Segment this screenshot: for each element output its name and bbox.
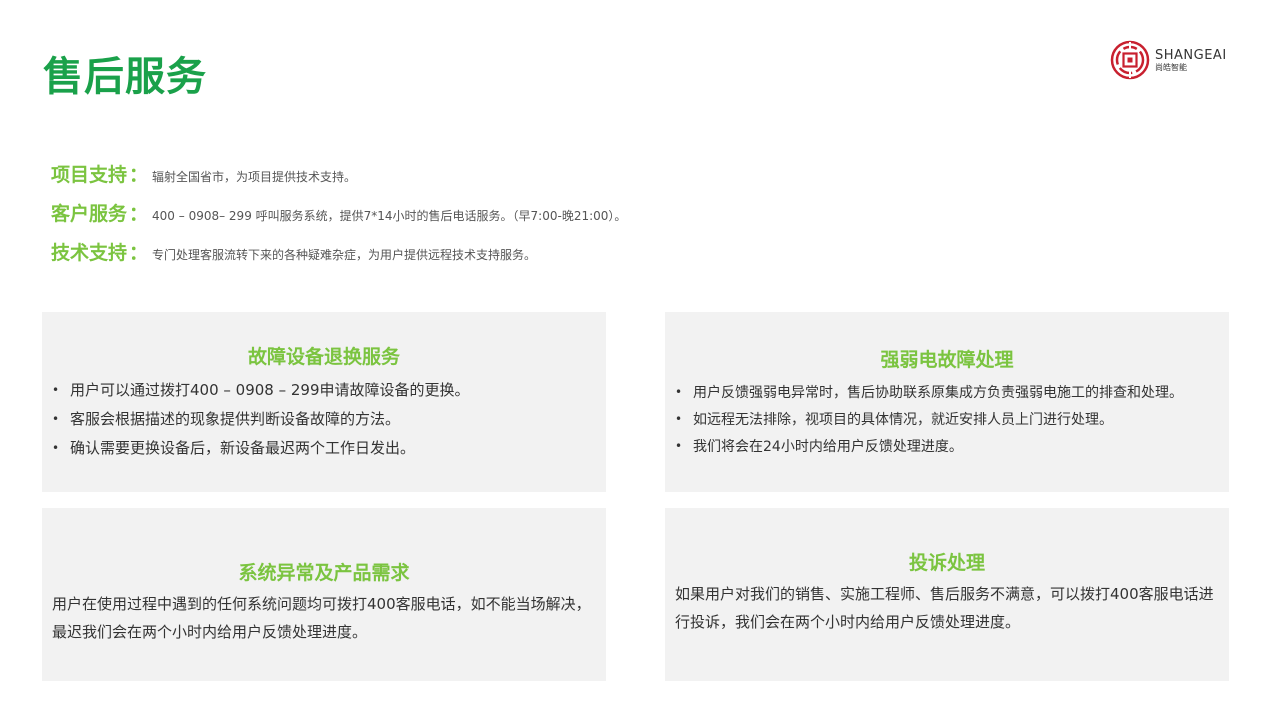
support-text: 400 – 0908– 299 呼叫服务系统，提供7*14小时的售后电话服务。（… [152, 209, 627, 223]
card-paragraph: 用户在使用过程中遇到的任何系统问题均可拨打400客服电话，如不能当场解决，最迟我… [52, 595, 591, 641]
bullet-list: • 用户可以通过拨打400 – 0908 – 299申请故障设备的更换。 • 客… [52, 375, 470, 462]
card-title: 系统异常及产品需求 [238, 562, 410, 584]
list-item: • 客服会根据描述的现象提供判断设备故障的方法。 [52, 404, 470, 433]
logo-name-en: SHANGEAI [1155, 47, 1227, 63]
bullet-list: • 用户反馈强弱电异常时，售后协助联系原集成方负责强弱电施工的排查和处理。 • … [675, 378, 1183, 459]
card-power-fault: 强弱电故障处理 • 用户反馈强弱电异常时，售后协助联系原集成方负责强弱电施工的排… [665, 312, 1229, 492]
support-text: 辐射全国省市，为项目提供技术支持。 [152, 170, 357, 184]
bullet-text: 我们将会在24小时内给用户反馈处理进度。 [693, 438, 963, 455]
support-row-customer: 客户服务 ： 400 – 0908– 299 呼叫服务系统，提供7*14小时的售… [51, 199, 626, 238]
bullet-dot-icon: • [675, 411, 683, 426]
list-item: • 用户可以通过拨打400 – 0908 – 299申请故障设备的更换。 [52, 375, 470, 404]
bullet-dot-icon: • [52, 382, 60, 397]
bullet-dot-icon: • [52, 440, 60, 455]
support-row-project: 项目支持 ： 辐射全国省市，为项目提供技术支持。 [51, 160, 626, 199]
list-item: • 确认需要更换设备后，新设备最迟两个工作日发出。 [52, 433, 470, 462]
support-colon: ： [129, 164, 149, 186]
list-item: • 如远程无法排除，视项目的具体情况，就近安排人员上门进行处理。 [675, 405, 1183, 432]
list-item: • 用户反馈强弱电异常时，售后协助联系原集成方负责强弱电施工的排查和处理。 [675, 378, 1183, 405]
support-list: 项目支持 ： 辐射全国省市，为项目提供技术支持。 客户服务 ： 400 – 09… [51, 160, 626, 277]
card-title: 强弱电故障处理 [880, 349, 1014, 371]
card-device-replacement: 故障设备退换服务 • 用户可以通过拨打400 – 0908 – 299申请故障设… [42, 312, 606, 492]
bullet-dot-icon: • [675, 384, 683, 399]
logo-seal-icon [1110, 40, 1150, 80]
card-title: 投诉处理 [908, 552, 985, 574]
logo-name-cn: 尚皓智能 [1155, 62, 1187, 72]
bullet-text: 用户反馈强弱电异常时，售后协助联系原集成方负责强弱电施工的排查和处理。 [693, 384, 1183, 401]
card-title: 故障设备退换服务 [247, 346, 400, 368]
card-system-issues: 系统异常及产品需求 用户在使用过程中遇到的任何系统问题均可拨打400客服电话，如… [42, 508, 606, 681]
bullet-text: 如远程无法排除，视项目的具体情况，就近安排人员上门进行处理。 [693, 411, 1113, 428]
support-label: 项目支持 [51, 164, 128, 186]
card-paragraph: 如果用户对我们的销售、实施工程师、售后服务不满意，可以拨打400客服电话进行投诉… [675, 585, 1214, 631]
company-logo: SHANGEAI 尚皓智能 [1110, 40, 1227, 80]
bullet-text: 用户可以通过拨打400 – 0908 – 299申请故障设备的更换。 [70, 381, 470, 399]
bullet-text: 客服会根据描述的现象提供判断设备故障的方法。 [70, 410, 401, 428]
support-colon: ： [129, 203, 149, 225]
bullet-dot-icon: • [675, 438, 683, 453]
page-title: 售后服务 [43, 54, 207, 100]
bullet-text: 确认需要更换设备后，新设备最迟两个工作日发出。 [70, 439, 416, 457]
bullet-dot-icon: • [52, 411, 60, 426]
list-item: • 我们将会在24小时内给用户反馈处理进度。 [675, 432, 1183, 459]
support-text: 专门处理客服流转下来的各种疑难杂症，为用户提供远程技术支持服务。 [152, 248, 537, 262]
support-label: 技术支持 [51, 242, 128, 264]
support-colon: ： [129, 242, 149, 264]
card-complaints: 投诉处理 如果用户对我们的销售、实施工程师、售后服务不满意，可以拨打400客服电… [665, 508, 1229, 681]
support-label: 客户服务 [51, 203, 128, 225]
support-row-technical: 技术支持 ： 专门处理客服流转下来的各种疑难杂症，为用户提供远程技术支持服务。 [51, 238, 626, 277]
